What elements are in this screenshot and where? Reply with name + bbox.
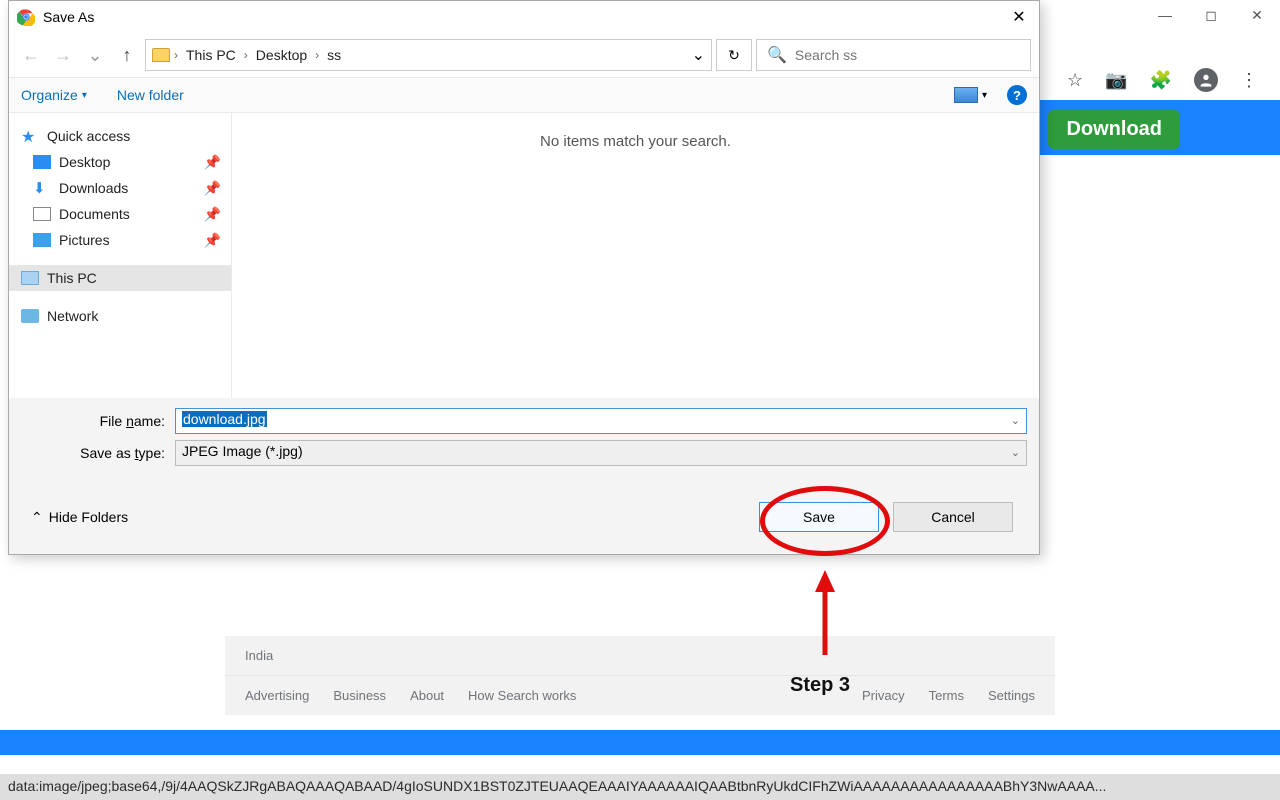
chevron-up-icon: ⌃ [31, 509, 43, 526]
footer-business[interactable]: Business [333, 688, 386, 703]
organize-menu[interactable]: Organize ▾ [21, 87, 87, 103]
sidebar-quick-access[interactable]: Quick access [9, 123, 231, 149]
page-download-button[interactable]: Download [1048, 110, 1180, 149]
search-box[interactable]: 🔍 [756, 39, 1031, 71]
save-as-dialog: Save As ✕ ← → ⌄ ↑ › This PC › Desktop › … [8, 0, 1040, 555]
sidebar-documents[interactable]: Documents📌 [9, 201, 231, 227]
sidebar-downloads[interactable]: Downloads📌 [9, 175, 231, 201]
camera-icon[interactable]: 📷 [1105, 70, 1127, 91]
filename-label: File name: [21, 413, 175, 429]
bg-close-button[interactable]: ✕ [1234, 0, 1280, 30]
crumb-thispc[interactable]: This PC [182, 45, 240, 65]
view-icon [954, 87, 978, 103]
download-icon [33, 181, 51, 195]
search-input[interactable] [795, 47, 1020, 63]
refresh-button[interactable]: ↻ [716, 39, 752, 71]
kebab-menu-icon[interactable]: ⋮ [1240, 70, 1258, 91]
footer-how[interactable]: How Search works [468, 688, 576, 703]
navigation-sidebar: Quick access Desktop📌 Downloads📌 Documen… [9, 113, 232, 398]
save-button[interactable]: Save [759, 502, 879, 532]
sidebar-desktop[interactable]: Desktop📌 [9, 149, 231, 175]
sidebar-pictures[interactable]: Pictures📌 [9, 227, 231, 253]
new-folder-button[interactable]: New folder [117, 87, 184, 103]
savetype-label: Save as type: [21, 445, 175, 461]
footer-about[interactable]: About [410, 688, 444, 703]
nav-back-button[interactable]: ← [17, 41, 45, 69]
empty-message: No items match your search. [540, 133, 731, 150]
crumb-ss[interactable]: ss [323, 45, 345, 65]
breadcrumb-dropdown-icon[interactable]: ⌄ [692, 45, 705, 65]
dialog-toolbar: Organize ▾ New folder ▾ ? [9, 77, 1039, 113]
dialog-title-bar: Save As ✕ [9, 1, 1039, 33]
help-button[interactable]: ? [1007, 85, 1027, 105]
profile-avatar-icon[interactable] [1194, 68, 1218, 92]
view-mode-button[interactable]: ▾ [954, 87, 987, 103]
recent-locations-dropdown[interactable]: ⌄ [81, 41, 109, 69]
page-footer: India Advertising Business About How Sea… [225, 636, 1055, 715]
hide-folders-toggle[interactable]: ⌃Hide Folders [31, 509, 128, 526]
savetype-combo[interactable]: JPEG Image (*.jpg)⌄ [175, 440, 1027, 466]
footer-privacy[interactable]: Privacy [862, 688, 905, 703]
footer-terms[interactable]: Terms [929, 688, 964, 703]
breadcrumb-bar[interactable]: › This PC › Desktop › ss ⌄ [145, 39, 712, 71]
search-icon: 🔍 [767, 45, 787, 65]
nav-forward-button[interactable]: → [49, 41, 77, 69]
pin-icon: 📌 [204, 206, 221, 223]
page-bottom-strip [0, 730, 1280, 755]
bg-minimize-button[interactable]: — [1142, 0, 1188, 30]
bg-maximize-button[interactable]: ◻ [1188, 0, 1234, 30]
chevron-right-icon: › [315, 48, 319, 62]
file-list-area: No items match your search. [232, 113, 1039, 398]
chevron-right-icon: › [174, 48, 178, 62]
footer-advertising[interactable]: Advertising [245, 688, 309, 703]
annotation-label: Step 3 [790, 674, 850, 697]
chevron-down-icon[interactable]: ⌄ [1011, 414, 1020, 427]
sidebar-this-pc[interactable]: This PC [9, 265, 231, 291]
pin-icon: 📌 [204, 232, 221, 249]
pin-icon: 📌 [204, 180, 221, 197]
pin-icon: 📌 [204, 154, 221, 171]
chrome-logo-icon [17, 8, 35, 26]
dialog-close-button[interactable]: ✕ [999, 1, 1039, 33]
dialog-bottom-panel: File name: download.jpg⌄ Save as type: J… [9, 398, 1039, 554]
network-icon [21, 309, 39, 323]
star-icon [21, 129, 39, 143]
extensions-icon[interactable]: 🧩 [1150, 70, 1172, 91]
document-icon [33, 207, 51, 221]
dialog-title: Save As [43, 9, 999, 25]
footer-country: India [225, 636, 1055, 676]
folder-icon [152, 48, 170, 62]
pc-icon [21, 271, 39, 285]
sidebar-network[interactable]: Network [9, 303, 231, 329]
footer-settings[interactable]: Settings [988, 688, 1035, 703]
star-icon[interactable]: ☆ [1067, 70, 1083, 91]
browser-toolbar-icons: ☆ 📷 🧩 ⋮ [1040, 60, 1280, 100]
filename-input[interactable]: download.jpg⌄ [175, 408, 1027, 434]
status-bar-url: data:image/jpeg;base64,/9j/4AAQSkZJRgABA… [0, 774, 1280, 800]
window-controls: — ◻ ✕ [1142, 0, 1280, 30]
cancel-button[interactable]: Cancel [893, 502, 1013, 532]
pictures-icon [33, 233, 51, 247]
desktop-icon [33, 155, 51, 169]
nav-up-button[interactable]: ↑ [113, 41, 141, 69]
chevron-down-icon[interactable]: ⌄ [1011, 446, 1020, 459]
address-nav-row: ← → ⌄ ↑ › This PC › Desktop › ss ⌄ ↻ 🔍 [9, 33, 1039, 77]
crumb-desktop[interactable]: Desktop [252, 45, 311, 65]
chevron-right-icon: › [244, 48, 248, 62]
